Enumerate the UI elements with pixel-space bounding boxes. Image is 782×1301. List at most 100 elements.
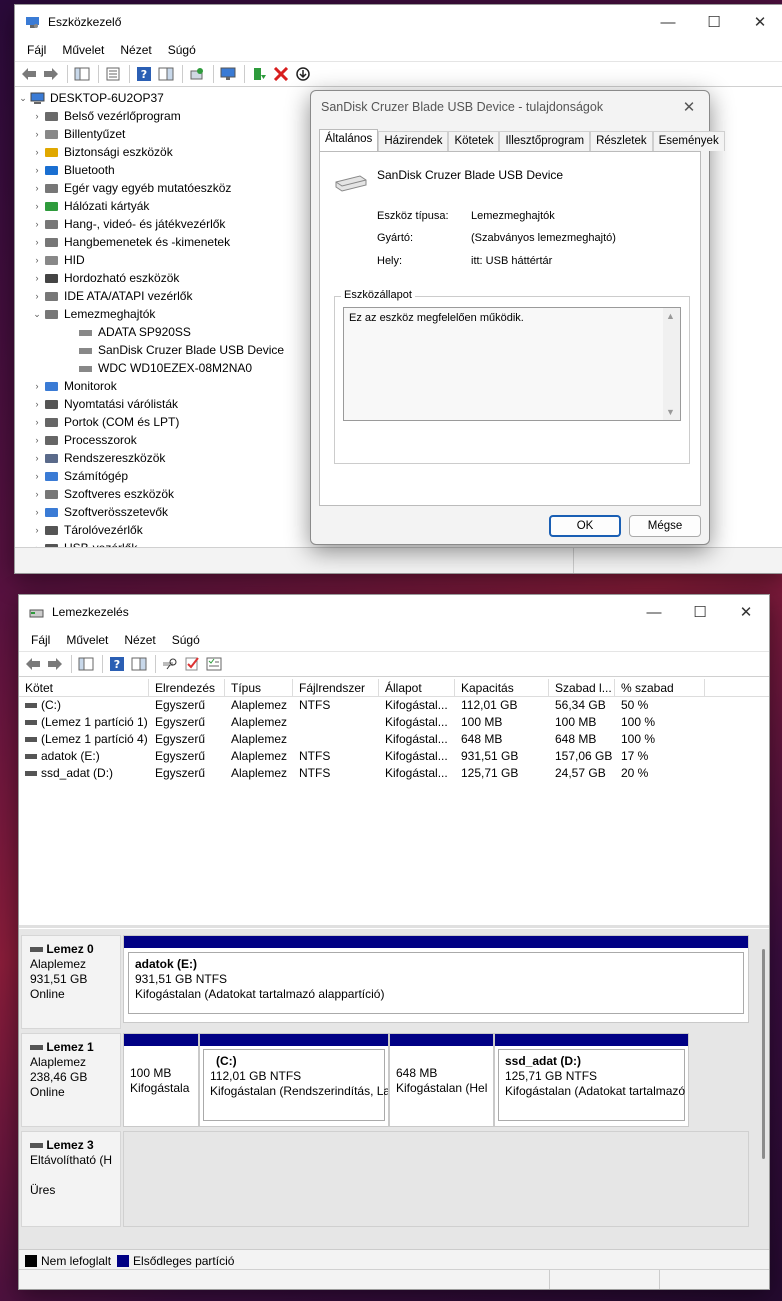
chevron-right-icon[interactable]: ›: [30, 381, 44, 391]
pane-splitter[interactable]: [19, 925, 769, 928]
chevron-right-icon[interactable]: ›: [30, 183, 44, 193]
column-header[interactable]: Fájlrendszer: [293, 679, 379, 696]
chevron-right-icon[interactable]: ›: [30, 273, 44, 283]
chevron-right-icon[interactable]: ›: [30, 165, 44, 175]
help-button[interactable]: ?: [107, 654, 127, 674]
graph-scrollbar[interactable]: [759, 929, 769, 1253]
maximize-button[interactable]: ☐: [677, 595, 723, 629]
disk-0-label[interactable]: Lemez 0 Alaplemez 931,51 GB Online: [21, 935, 121, 1029]
chevron-right-icon[interactable]: ›: [30, 525, 44, 535]
chevron-right-icon[interactable]: ›: [30, 435, 44, 445]
tree-category[interactable]: › Rendszereszközök: [16, 449, 306, 467]
column-header[interactable]: Elrendezés: [149, 679, 225, 696]
tree-category[interactable]: › Számítógép: [16, 467, 306, 485]
chevron-right-icon[interactable]: ›: [30, 471, 44, 481]
tree-category[interactable]: › Biztonsági eszközök: [16, 143, 306, 161]
properties-button[interactable]: [103, 64, 123, 84]
chevron-right-icon[interactable]: ›: [30, 111, 44, 121]
menu-help[interactable]: Súgó: [164, 633, 208, 647]
table-row[interactable]: (C:) Egyszerű Alaplemez NTFS Kifogástal... 11…: [19, 697, 769, 714]
rescan-disks-button[interactable]: [160, 654, 180, 674]
column-header[interactable]: Típus: [225, 679, 293, 696]
scan-hardware-button[interactable]: [187, 64, 207, 84]
tree-category[interactable]: › Hangbemenetek és -kimenetek: [16, 233, 306, 251]
menu-view[interactable]: Nézet: [112, 43, 159, 57]
tree-category[interactable]: › Tárolóvezérlők: [16, 521, 306, 539]
chevron-right-icon[interactable]: ›: [30, 507, 44, 517]
tree-category[interactable]: › Billentyűzet: [16, 125, 306, 143]
show-action-pane-button[interactable]: [156, 64, 176, 84]
close-button[interactable]: ✕: [737, 5, 782, 39]
column-header[interactable]: % szabad: [615, 679, 705, 696]
tree-category[interactable]: › Hang-, videó- és játékvezérlők: [16, 215, 306, 233]
chevron-right-icon[interactable]: ›: [30, 453, 44, 463]
tab-volumes[interactable]: Kötetek: [448, 131, 500, 151]
chevron-down-icon[interactable]: ⌄: [30, 309, 44, 320]
chevron-right-icon[interactable]: ›: [30, 417, 44, 427]
enable-device-button[interactable]: [249, 64, 269, 84]
tree-category[interactable]: › Bluetooth: [16, 161, 306, 179]
menu-file[interactable]: Fájl: [23, 633, 58, 647]
dialog-close-button[interactable]: ✕: [669, 98, 709, 116]
chevron-right-icon[interactable]: ›: [30, 489, 44, 499]
menu-action[interactable]: Művelet: [58, 633, 116, 647]
tree-category[interactable]: › Hordozható eszközök: [16, 269, 306, 287]
table-row[interactable]: adatok (E:) Egyszerű Alaplemez NTFS Kifogást…: [19, 748, 769, 765]
column-header[interactable]: Állapot: [379, 679, 455, 696]
menu-help[interactable]: Súgó: [160, 43, 204, 57]
tree-category[interactable]: › Processzorok: [16, 431, 306, 449]
menu-view[interactable]: Nézet: [116, 633, 163, 647]
tree-category[interactable]: › IDE ATA/ATAPI vezérlők: [16, 287, 306, 305]
disable-device-button[interactable]: [293, 64, 313, 84]
partition-ssd-adat-d[interactable]: ssd_adat (D:) 125,71 GB NTFS Kifogástala…: [494, 1033, 689, 1127]
close-button[interactable]: ✕: [723, 595, 769, 629]
partition-c[interactable]: (C:) 112,01 GB NTFS Kifogástalan (Rendsz…: [199, 1033, 389, 1127]
column-header[interactable]: Kötet: [19, 679, 149, 696]
help-button[interactable]: ?: [134, 64, 154, 84]
table-row[interactable]: (Lemez 1 partíció 4) Egyszerű Alaplemez Kif…: [19, 731, 769, 748]
table-row[interactable]: ssd_adat (D:) Egyszerű Alaplemez NTFS Kifogá…: [19, 765, 769, 782]
back-button[interactable]: [23, 654, 43, 674]
uninstall-device-button[interactable]: [271, 64, 291, 84]
ok-button[interactable]: OK: [549, 515, 621, 537]
tree-category[interactable]: › Hálózati kártyák: [16, 197, 306, 215]
chevron-right-icon[interactable]: ›: [30, 399, 44, 409]
partition-disk1-part4[interactable]: 648 MB Kifogástalan (Hel: [389, 1033, 494, 1127]
status-scrollbar[interactable]: ▲ ▼: [663, 308, 680, 420]
chevron-right-icon[interactable]: ›: [30, 291, 44, 301]
back-button[interactable]: [19, 64, 39, 84]
tab-details[interactable]: Részletek: [590, 131, 653, 151]
tree-category[interactable]: › Belső vezérlőprogram: [16, 107, 306, 125]
tab-driver[interactable]: Illesztőprogram: [499, 131, 591, 151]
tree-category[interactable]: › Nyomtatási várólisták: [16, 395, 306, 413]
disk-1-label[interactable]: Lemez 1 Alaplemez 238,46 GB Online: [21, 1033, 121, 1127]
tree-root[interactable]: ⌄ DESKTOP-6U2OP37: [16, 89, 306, 107]
tree-category[interactable]: › Szoftverösszetevők: [16, 503, 306, 521]
show-hide-console-tree-button[interactable]: [76, 654, 96, 674]
scrollbar-thumb[interactable]: [762, 949, 765, 1159]
tree-category[interactable]: ⌄ Lemezmeghajtók: [16, 305, 306, 323]
show-action-pane-button[interactable]: [129, 654, 149, 674]
menu-action[interactable]: Művelet: [54, 43, 112, 57]
show-hide-console-tree-button[interactable]: [72, 64, 92, 84]
minimize-button[interactable]: —: [645, 5, 691, 39]
minimize-button[interactable]: —: [631, 595, 677, 629]
tree-category[interactable]: › Egér vagy egyéb mutatóeszköz: [16, 179, 306, 197]
list-properties-button[interactable]: [204, 654, 224, 674]
chevron-right-icon[interactable]: ›: [30, 129, 44, 139]
chevron-right-icon[interactable]: ›: [30, 237, 44, 247]
scroll-down-icon[interactable]: ▼: [666, 407, 675, 417]
forward-button[interactable]: [41, 64, 61, 84]
table-row[interactable]: (Lemez 1 partíció 1) Egyszerű Alaplemez Kif…: [19, 714, 769, 731]
disk-3-label[interactable]: Lemez 3 Eltávolítható (H:) Üres: [21, 1131, 121, 1227]
tab-events[interactable]: Események: [652, 131, 725, 151]
tab-general[interactable]: Általános: [319, 129, 379, 152]
tree-device[interactable]: SanDisk Cruzer Blade USB Device: [16, 341, 306, 359]
chevron-right-icon[interactable]: ›: [30, 219, 44, 229]
tree-category[interactable]: › Portok (COM és LPT): [16, 413, 306, 431]
partition-disk1-part1[interactable]: 100 MB Kifogástala: [123, 1033, 199, 1127]
tree-category[interactable]: › Szoftveres eszközök: [16, 485, 306, 503]
chevron-right-icon[interactable]: ›: [30, 147, 44, 157]
menu-file[interactable]: Fájl: [19, 43, 54, 57]
partition-adatok-e[interactable]: adatok (E:) 931,51 GB NTFS Kifogástalan …: [123, 935, 749, 1023]
